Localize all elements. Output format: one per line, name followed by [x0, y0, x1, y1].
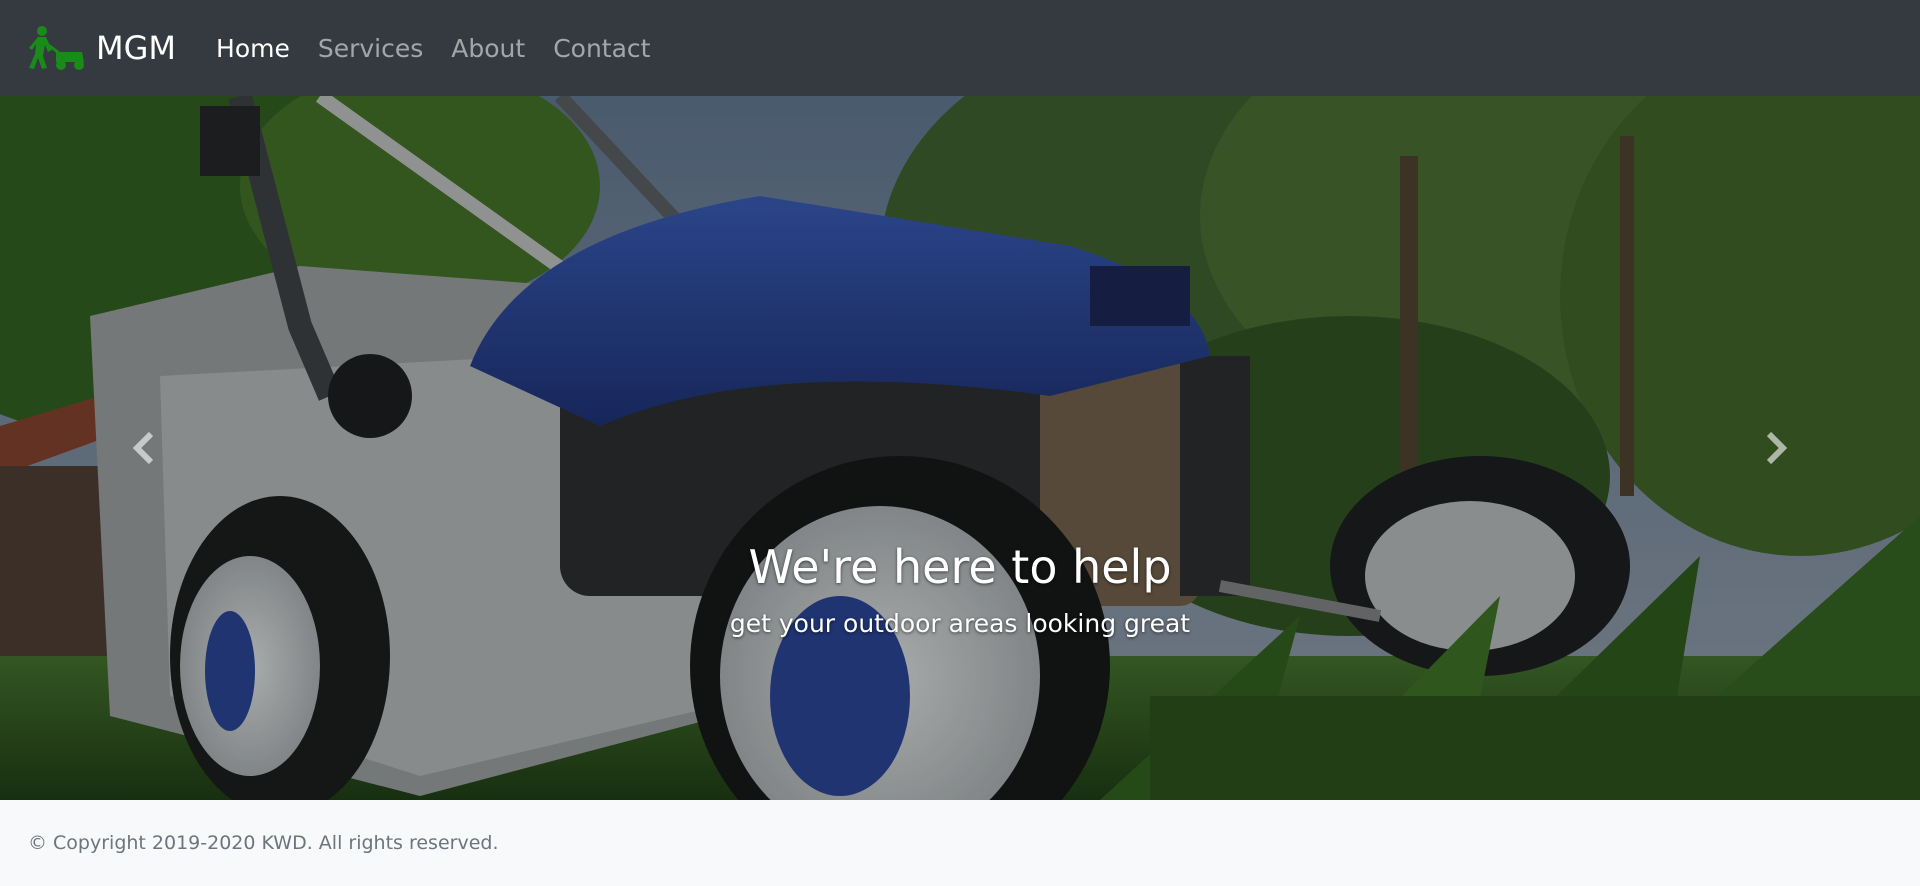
nav-about[interactable]: About: [451, 36, 525, 61]
caption-title: We're here to help: [748, 540, 1172, 594]
nav-contact[interactable]: Contact: [553, 36, 650, 61]
caption-subtitle: get your outdoor areas looking great: [729, 609, 1191, 639]
navbar: MGM Home Services About Contact: [0, 0, 1920, 96]
nav-home[interactable]: Home: [216, 36, 290, 61]
footer: © Copyright 2019-2020 KWD. All rights re…: [0, 800, 1920, 886]
brand-name: MGM: [96, 29, 177, 67]
carousel-next-button[interactable]: [1630, 96, 1920, 800]
carousel-prev-button[interactable]: [0, 96, 290, 800]
brand-link[interactable]: MGM: [28, 24, 176, 72]
lawn-mower-person-icon: [29, 26, 84, 70]
hero-carousel: We're here to help get your outdoor area…: [0, 96, 1920, 800]
chevron-right-icon: [1766, 431, 1788, 465]
chevron-left-icon: [132, 431, 154, 465]
nav-services[interactable]: Services: [318, 36, 423, 61]
copyright-text: © Copyright 2019-2020 KWD. All rights re…: [28, 832, 499, 854]
carousel-caption: We're here to help get your outdoor area…: [0, 540, 1920, 638]
